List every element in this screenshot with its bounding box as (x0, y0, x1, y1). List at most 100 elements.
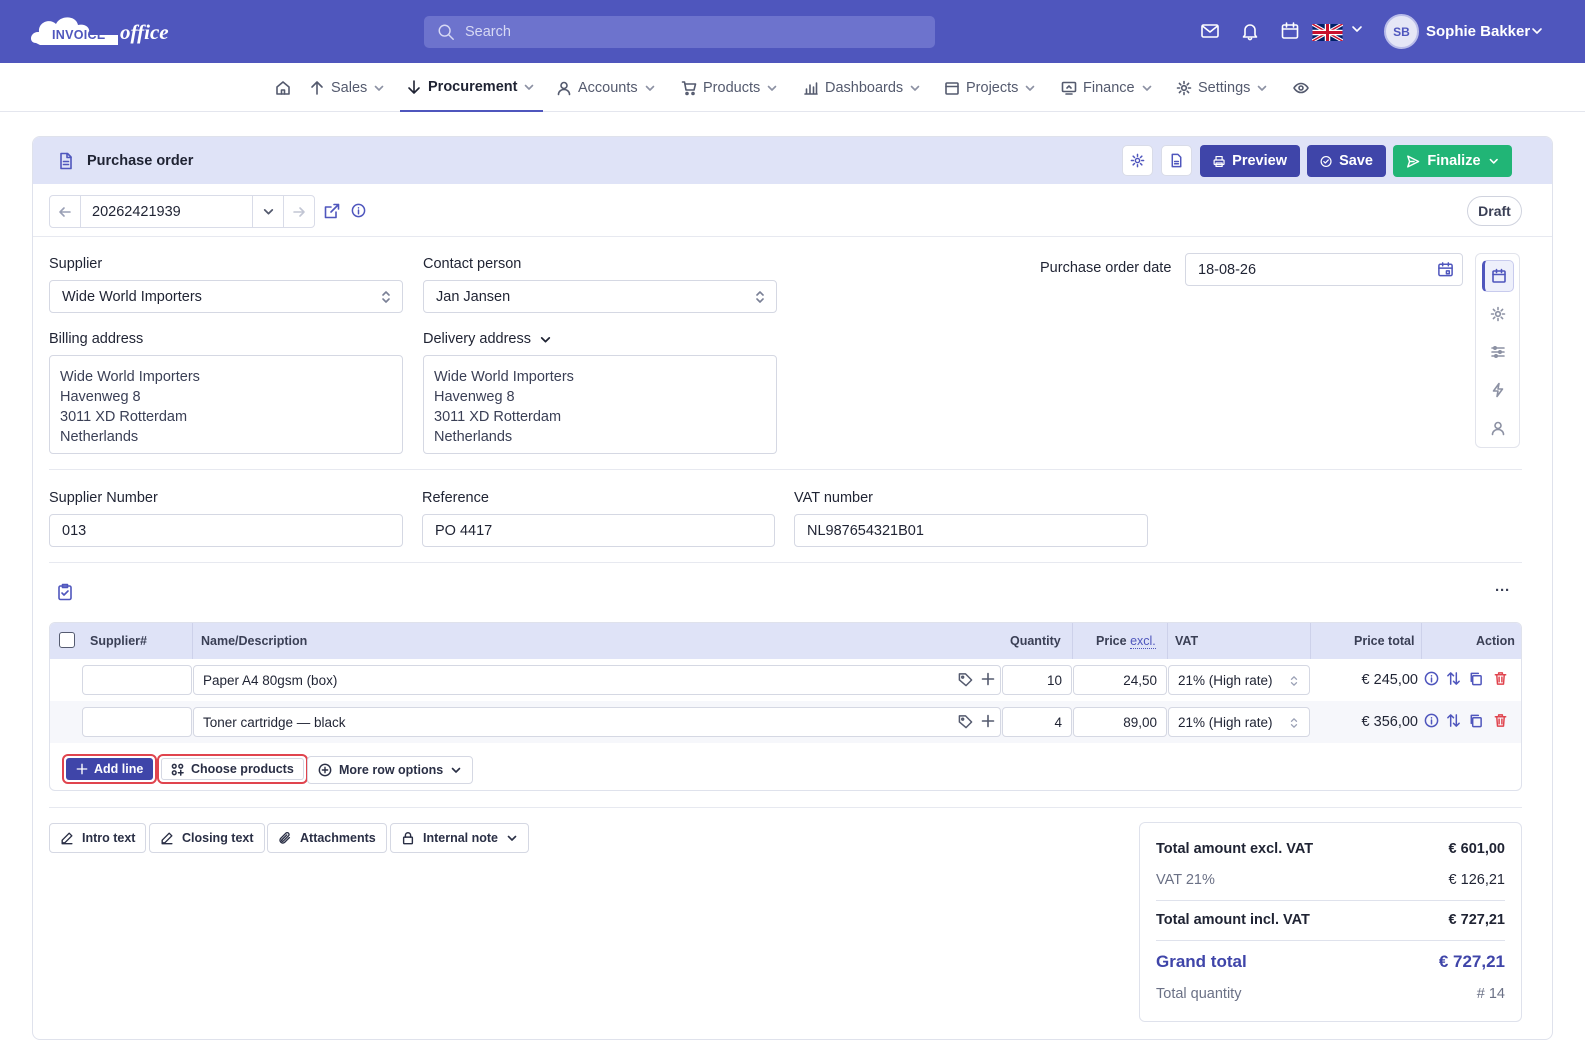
nav-view[interactable] (1293, 63, 1309, 112)
plus-icon[interactable] (981, 714, 995, 728)
preview-label: Preview (1232, 153, 1287, 169)
nav-settings[interactable]: Settings (1176, 63, 1268, 112)
next-document-button[interactable] (283, 196, 314, 227)
delivery-address-toggle[interactable]: Delivery address (423, 331, 552, 347)
chevron-down-icon (645, 85, 654, 91)
reference-field[interactable]: PO 4417 (422, 514, 775, 547)
nav-accounts[interactable]: Accounts (556, 63, 656, 112)
totals-panel: Total amount excl. VAT € 601,00 VAT 21% … (1139, 822, 1522, 1022)
more-options-menu[interactable]: ··· (1495, 582, 1510, 599)
row-name-input[interactable]: Paper A4 80gsm (box) (193, 665, 1001, 695)
row-name-input[interactable]: Toner cartridge — black (193, 707, 1001, 737)
row-delete-icon[interactable] (1493, 713, 1508, 728)
billing-address-field[interactable]: Wide World Importers Havenweg 8 3011 XD … (49, 355, 403, 454)
vat-number-field[interactable]: NL987654321B01 (794, 514, 1148, 547)
tag-icon[interactable] (958, 714, 973, 729)
column-separator (1310, 623, 1311, 659)
row-info-icon[interactable] (1424, 671, 1439, 686)
row-price-input[interactable]: 24,50 (1073, 665, 1167, 695)
search-icon (438, 24, 454, 40)
document-number[interactable]: 20262421939 (81, 196, 252, 227)
row-quantity-input[interactable]: 4 (1002, 707, 1072, 737)
avatar[interactable]: SB (1384, 14, 1419, 49)
settings-button[interactable] (1122, 145, 1153, 176)
calendar-icon (945, 81, 959, 95)
nav-dashboards[interactable]: Dashboards (803, 63, 921, 112)
bell-icon[interactable] (1240, 21, 1262, 43)
row-delete-icon[interactable] (1493, 671, 1508, 686)
row-name-value: Paper A4 80gsm (box) (203, 672, 338, 688)
lightning-icon[interactable] (1486, 378, 1510, 402)
clipboard-icon[interactable] (56, 583, 74, 601)
gear-icon[interactable] (1486, 302, 1510, 326)
user-menu-chevron-down-icon[interactable] (1530, 24, 1544, 46)
save-button[interactable]: Save (1307, 145, 1386, 177)
divider (49, 469, 1522, 470)
language-chevron-down-icon[interactable] (1350, 22, 1364, 44)
row-supplier-number-input[interactable] (82, 665, 192, 695)
app-logo[interactable]: INVOICE office (30, 13, 180, 51)
external-link-icon[interactable] (323, 202, 341, 220)
contact-person-select[interactable]: Jan Jansen (423, 280, 777, 313)
col-action: Action (1476, 634, 1515, 648)
delivery-address-line: Netherlands (434, 429, 513, 445)
add-line-button[interactable]: Add line (62, 754, 158, 784)
internal-note-button[interactable]: Internal note (390, 823, 530, 853)
nav-settings-label: Settings (1198, 79, 1251, 96)
nav-projects[interactable]: Projects (944, 63, 1036, 112)
calendar-icon[interactable] (1482, 260, 1514, 292)
nav-home[interactable] (275, 63, 291, 112)
chevron-down-icon (767, 85, 777, 91)
arrow-down-icon (408, 79, 420, 94)
nav-finance[interactable]: Finance (1061, 63, 1153, 112)
row-copy-icon[interactable] (1468, 671, 1483, 686)
finalize-button[interactable]: Finalize (1393, 145, 1512, 177)
purchase-order-date-field[interactable]: 18-08-26 (1185, 253, 1463, 286)
select-all-checkbox[interactable] (59, 632, 75, 648)
billing-address-line: Wide World Importers (60, 369, 200, 385)
row-price-input[interactable]: 89,00 (1073, 707, 1167, 737)
mail-icon[interactable] (1200, 21, 1222, 43)
arrow-up-icon (311, 80, 323, 95)
nav-procurement[interactable]: Procurement (400, 63, 544, 112)
preview-button[interactable]: Preview (1200, 145, 1300, 177)
search-input[interactable]: Search (424, 16, 935, 48)
nav-sales[interactable]: Sales (309, 63, 385, 112)
col-price-total: Price total (1354, 634, 1415, 648)
attachments-button[interactable]: Attachments (267, 823, 387, 853)
row-info-icon[interactable] (1424, 713, 1439, 728)
intro-text-button[interactable]: Intro text (49, 823, 147, 853)
row-vat-select[interactable]: 21% (High rate) (1168, 665, 1310, 695)
user-name[interactable]: Sophie Bakker (1426, 23, 1530, 40)
choose-products-button[interactable]: Choose products (157, 754, 308, 784)
row-vat-select[interactable]: 21% (High rate) (1168, 707, 1310, 737)
nav-products[interactable]: Products (681, 63, 778, 112)
vat-number-label: VAT number (794, 490, 873, 506)
edit-icon (61, 832, 73, 845)
tag-icon[interactable] (958, 672, 973, 687)
info-icon[interactable] (351, 203, 366, 218)
pdf-button[interactable] (1161, 145, 1192, 176)
more-row-options-label: More row options (339, 763, 444, 777)
calendar-icon[interactable] (1280, 21, 1302, 43)
row-reorder-icon[interactable] (1446, 671, 1461, 686)
paperclip-icon (279, 832, 291, 844)
billing-address-label: Billing address (49, 331, 144, 347)
sliders-icon[interactable] (1486, 340, 1510, 364)
closing-text-button[interactable]: Closing text (149, 823, 265, 853)
document-number-dropdown[interactable] (252, 196, 283, 227)
supplier-number-field[interactable]: 013 (49, 514, 403, 547)
uk-flag-icon[interactable] (1312, 24, 1343, 41)
divider (49, 807, 1522, 808)
row-copy-icon[interactable] (1468, 713, 1483, 728)
delivery-address-field[interactable]: Wide World Importers Havenweg 8 3011 XD … (423, 355, 777, 454)
supplier-select[interactable]: Wide World Importers (49, 280, 403, 313)
row-quantity-input[interactable]: 10 (1002, 665, 1072, 695)
row-reorder-icon[interactable] (1446, 713, 1461, 728)
plus-icon[interactable] (981, 672, 995, 686)
user-icon[interactable] (1486, 416, 1510, 440)
previous-document-button[interactable] (50, 196, 81, 227)
row-supplier-number-input[interactable] (82, 707, 192, 737)
col-price-excl-toggle[interactable]: excl. (1130, 634, 1156, 649)
more-row-options-button[interactable]: More row options (307, 756, 474, 784)
